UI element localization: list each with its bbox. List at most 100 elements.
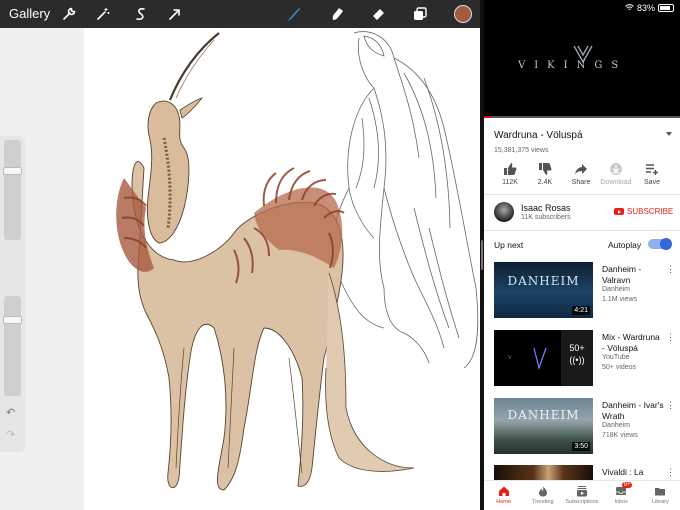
sidebar: ↶ ↷ bbox=[0, 136, 25, 452]
transform-arrow-icon[interactable] bbox=[165, 4, 185, 24]
up-next-heading: Up next bbox=[494, 240, 524, 250]
drawing-canvas[interactable] bbox=[84, 28, 480, 510]
undo-icon[interactable]: ↶ bbox=[6, 406, 15, 419]
add-to-playlist-icon bbox=[646, 164, 658, 175]
video-thumbnail[interactable] bbox=[494, 465, 593, 480]
thumbnail-text: DANHEIM bbox=[507, 274, 580, 288]
autoplay-toggle[interactable] bbox=[648, 238, 672, 250]
subscriber-count: 11K subscribers bbox=[521, 214, 571, 221]
save-label: Save bbox=[644, 179, 660, 186]
drawing-app: Gallery ↶ ↷ bbox=[0, 0, 480, 510]
opacity-slider[interactable] bbox=[3, 296, 22, 396]
rec-title-text: Vivaldi : La Follia bbox=[602, 467, 644, 480]
bottom-navigation: Home Trending Subscriptions 9+ Inbox Lib… bbox=[484, 480, 680, 510]
nav-trending[interactable]: Trending bbox=[523, 481, 562, 510]
duration-badge: 3:50 bbox=[572, 442, 590, 451]
list-item[interactable]: DANHEIM 4:21 Danheim - Valravn Danheim 1… bbox=[494, 262, 676, 318]
redo-icon[interactable]: ↷ bbox=[6, 428, 15, 441]
selection-icon[interactable] bbox=[131, 4, 151, 24]
chevron-down-icon[interactable] bbox=[666, 132, 672, 136]
wifi-icon bbox=[625, 3, 634, 13]
like-button[interactable]: 112K bbox=[492, 162, 528, 186]
thumbs-down-icon bbox=[539, 163, 552, 175]
channel-name: Danheim bbox=[602, 286, 631, 294]
list-item[interactable]: Vivaldi : La Follia ⋮ bbox=[494, 465, 676, 480]
gallery-button[interactable]: Gallery bbox=[9, 6, 50, 21]
share-label: Share bbox=[571, 179, 591, 186]
download-icon bbox=[610, 163, 622, 175]
pencil-sketch bbox=[332, 31, 479, 369]
rec-title-text: Danheim - Ivar's Wrath bbox=[602, 400, 664, 421]
playlist-count: 50+ bbox=[569, 343, 585, 353]
smudge-icon[interactable] bbox=[327, 4, 347, 24]
list-item[interactable]: V 50+ ((•)) Mix - Wardruna - Völuspá You… bbox=[494, 330, 676, 386]
video-title: Danheim - Ivar's Wrath Danheim 718K view… bbox=[602, 400, 664, 440]
view-count: 15,381,375 views bbox=[494, 147, 549, 154]
layers-icon[interactable] bbox=[410, 4, 430, 24]
youtube-play-icon bbox=[614, 208, 624, 215]
nav-subscriptions[interactable]: Subscriptions bbox=[562, 481, 601, 510]
save-button[interactable]: Save bbox=[634, 162, 670, 186]
nav-label: Library bbox=[652, 499, 669, 505]
canvas-margin: ↶ ↷ bbox=[0, 28, 84, 510]
brush-size-thumb[interactable] bbox=[3, 166, 22, 175]
brush-size-slider[interactable] bbox=[3, 140, 22, 240]
trending-flame-icon bbox=[538, 486, 547, 497]
video-title: Mix - Wardruna - Völuspá YouTube 50+ vid… bbox=[602, 332, 664, 372]
video-thumbnail[interactable]: V 50+ ((•)) bbox=[494, 330, 593, 386]
divider bbox=[484, 194, 680, 195]
download-button[interactable]: Download bbox=[598, 162, 634, 186]
battery-percent: 83% bbox=[636, 3, 655, 13]
magic-wand-icon[interactable] bbox=[93, 4, 113, 24]
creature-body bbox=[116, 32, 415, 491]
eraser-icon[interactable] bbox=[368, 4, 388, 24]
autoplay-knob bbox=[660, 238, 672, 250]
split-view-handle[interactable] bbox=[481, 240, 483, 270]
brush-icon[interactable] bbox=[283, 4, 303, 24]
wrench-icon[interactable] bbox=[59, 4, 79, 24]
more-options-icon[interactable]: ⋮ bbox=[666, 332, 675, 343]
more-options-icon[interactable]: ⋮ bbox=[666, 467, 675, 478]
status-bar: 83% bbox=[625, 3, 674, 13]
video-player[interactable]: 83% VIKINGS bbox=[484, 0, 680, 118]
nav-home[interactable]: Home bbox=[484, 481, 523, 510]
like-count: 112K bbox=[502, 179, 518, 186]
divider bbox=[484, 230, 680, 231]
thumbs-up-icon bbox=[504, 163, 517, 175]
video-app: 83% VIKINGS Wardruna - Völuspá 15,381,37… bbox=[484, 0, 680, 510]
rec-title-text: Mix - Wardruna - Völuspá bbox=[602, 332, 660, 353]
list-item[interactable]: DANHEIM 3:50 Danheim - Ivar's Wrath Danh… bbox=[494, 398, 676, 454]
avatar[interactable] bbox=[494, 202, 514, 222]
video-info-panel: Wardruna - Völuspá 15,381,375 views 112K… bbox=[484, 118, 680, 480]
video-thumbnail[interactable]: DANHEIM 4:21 bbox=[494, 262, 593, 318]
nav-label: Home bbox=[496, 499, 511, 505]
more-options-icon[interactable]: ⋮ bbox=[666, 400, 675, 411]
nav-label: Trending bbox=[532, 499, 554, 505]
color-swatch[interactable] bbox=[454, 5, 472, 23]
battery-icon bbox=[658, 4, 674, 12]
notification-badge: 9+ bbox=[621, 482, 633, 488]
video-title: Wardruna - Völuspá bbox=[494, 130, 583, 141]
home-icon bbox=[498, 486, 509, 496]
video-count: 50+ videos bbox=[602, 363, 637, 371]
library-folder-icon bbox=[655, 488, 666, 496]
nav-inbox[interactable]: 9+ Inbox bbox=[602, 481, 641, 510]
video-title: Vivaldi : La Follia bbox=[602, 467, 664, 480]
dislike-count: 2.4K bbox=[537, 179, 553, 186]
creature-artwork bbox=[116, 31, 479, 491]
video-title: Danheim - Valravn Danheim 1.1M views bbox=[602, 264, 664, 304]
drawing-toolbar: Gallery bbox=[0, 0, 480, 28]
nav-label: Subscriptions bbox=[565, 499, 599, 505]
more-options-icon[interactable]: ⋮ bbox=[666, 264, 675, 275]
opacity-thumb[interactable] bbox=[3, 316, 22, 325]
video-thumbnail[interactable]: DANHEIM 3:50 bbox=[494, 398, 593, 454]
dislike-button[interactable]: 2.4K bbox=[527, 162, 563, 186]
nav-label: Inbox bbox=[614, 499, 628, 505]
channel-name[interactable]: Isaac Rosas bbox=[521, 203, 571, 213]
player-overlay-title: VIKINGS bbox=[518, 60, 628, 71]
rec-title-text: Danheim - Valravn bbox=[602, 264, 642, 285]
nav-library[interactable]: Library bbox=[641, 481, 680, 510]
share-button[interactable]: Share bbox=[563, 162, 599, 186]
subscribe-button[interactable]: SUBSCRIBE bbox=[614, 207, 673, 216]
autoplay-label: Autoplay bbox=[608, 240, 642, 250]
